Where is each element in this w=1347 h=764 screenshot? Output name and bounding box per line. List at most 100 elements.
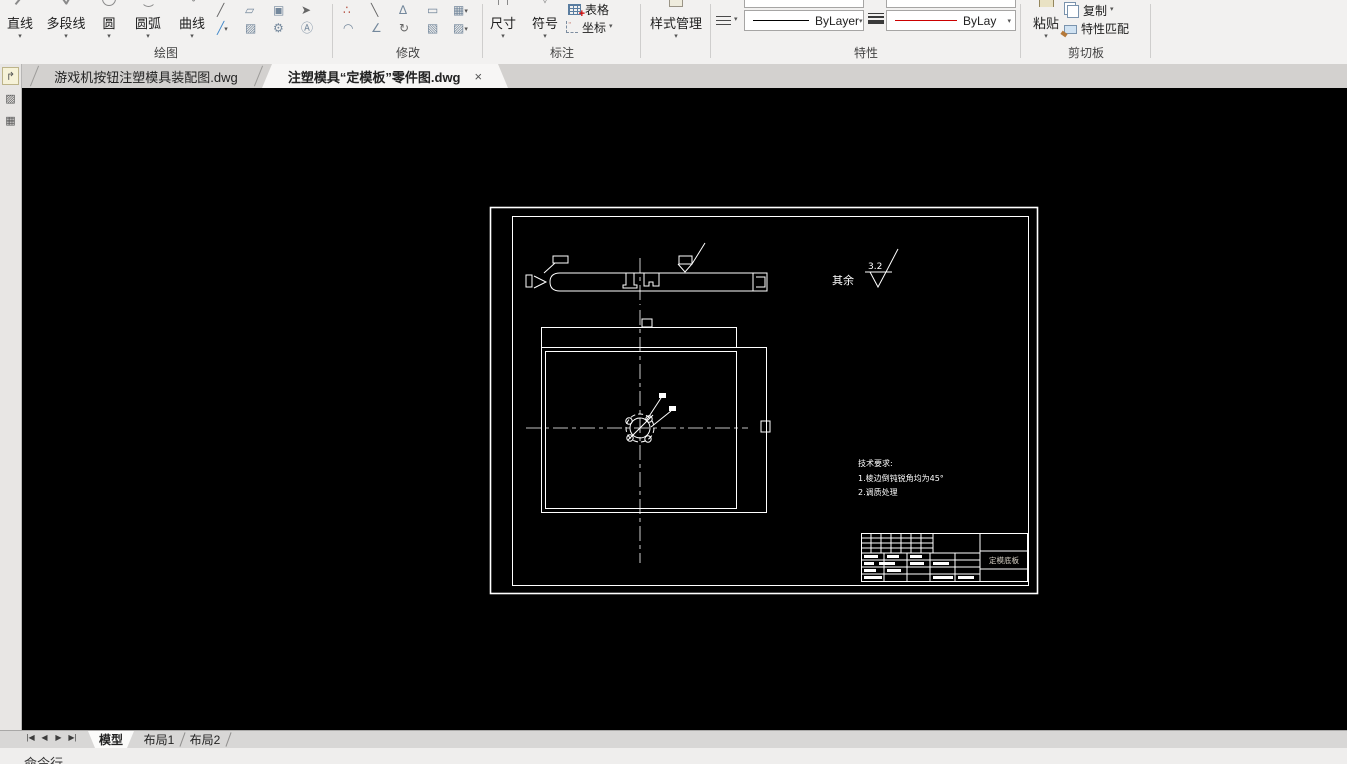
mirror-button[interactable]: ∆ (396, 2, 422, 19)
modify-group-label: 修改 (395, 46, 420, 60)
left-tool-strip: ↱ ▨ ▦ (0, 64, 22, 730)
chevron-down-icon: ▾ (674, 33, 678, 40)
multiline-icon: ╱ (217, 3, 225, 17)
lineweight-button[interactable] (868, 11, 884, 27)
dimension-button[interactable]: 尺寸 ▾ (484, 0, 522, 44)
layer-combo-cut[interactable] (886, 0, 1016, 8)
group-separator (1020, 4, 1021, 58)
move-3d-button[interactable]: ▧ (424, 20, 450, 37)
chevron-down-icon: ▾ (464, 7, 468, 15)
symbol-icon: ▽ (526, 0, 564, 7)
copy-button[interactable]: 复制 ▾ (1064, 2, 1114, 18)
chevron-down-icon: ▾ (1110, 6, 1114, 13)
array-button[interactable]: ▦ ▾ (450, 2, 476, 19)
block-button[interactable]: ▣ (270, 2, 296, 19)
table-button[interactable]: 表格 (568, 1, 609, 20)
linetype-select[interactable]: ByLayer ▾ (744, 10, 864, 31)
construction-line-icon: ╱ (217, 21, 225, 35)
chevron-down-icon: ▾ (64, 33, 68, 40)
text-region-button[interactable]: Ⓐ (298, 20, 324, 37)
hatch-icon: ▨ (245, 21, 257, 35)
paste-icon (1026, 0, 1066, 7)
linetype-value: ByLayer (815, 13, 860, 28)
arc-button[interactable]: 圆弧 ▾ (128, 0, 168, 44)
coordinate-button[interactable]: 坐标 ▾ (566, 18, 613, 35)
hatch-edit-button[interactable]: ▨ ▾ (450, 20, 476, 37)
point-edit-button[interactable]: ∴ (340, 2, 366, 19)
chevron-down-icon: ▾ (734, 16, 738, 23)
rotate-button[interactable]: ↻ (396, 20, 422, 37)
style-manager-button[interactable]: 样式管理 ▾ (644, 0, 708, 44)
chamfer-button[interactable]: ∠ (368, 20, 394, 37)
polyline-icon (40, 0, 92, 7)
hatch-button[interactable]: ▨ (242, 20, 268, 37)
first-sheet-icon[interactable]: |◀ (24, 733, 37, 742)
tab-layout2[interactable]: 布局2 (184, 731, 226, 748)
color-select[interactable]: ByLay ▾ (886, 10, 1016, 31)
color-sample-line (895, 20, 957, 21)
tech-notes-title: 技术要求: (858, 458, 893, 468)
erase-button[interactable]: ╲ (368, 2, 394, 19)
command-line[interactable]: 命令行 (0, 748, 1347, 764)
rectangle-icon: ▭ (427, 3, 439, 17)
match-properties-button[interactable]: 特性匹配 (1064, 20, 1129, 36)
technical-notes: 技术要求: 1.棱边倒钝锐角均为45° 2.调质处理 (858, 458, 944, 497)
table-grid-tool-button[interactable]: ▦ (2, 111, 19, 129)
chevron-down-icon: ▾ (543, 33, 547, 40)
fillet-button[interactable]: ◠ (340, 20, 366, 37)
line-button[interactable]: 直线 ▾ (2, 0, 38, 44)
properties-group-label: 特性 (853, 46, 878, 60)
plan-view (526, 310, 771, 563)
linetype-manager-button[interactable]: ▾ (716, 12, 738, 28)
chevron-down-icon: ▾ (501, 33, 505, 40)
surface-roughness-note: 其余 3.2 (832, 248, 899, 289)
document-tab-bar: 游戏机按钮注塑模具装配图.dwg 注塑模具“定模板”零件图.dwg × (22, 64, 1347, 88)
group-separator (332, 4, 333, 58)
next-sheet-icon[interactable]: ▶ (52, 733, 65, 742)
hatch-edit-icon: ▨ (453, 21, 465, 35)
paste-button[interactable]: 粘贴 ▾ (1026, 0, 1066, 44)
page-arrow-tool-button[interactable]: ↱ (2, 67, 19, 85)
gear-icon: ⚙ (273, 21, 284, 35)
symbol-button[interactable]: ▽ 符号 ▾ (526, 0, 564, 44)
chevron-down-icon: ▾ (464, 25, 468, 33)
layer-combo-cut[interactable] (744, 0, 864, 8)
chevron-down-icon: ▾ (224, 25, 228, 33)
lineweight-icon (868, 12, 884, 26)
block-icon: ▣ (273, 3, 285, 17)
tab-layout1[interactable]: 布局1 (138, 731, 180, 748)
spline-button[interactable]: ∿ 曲线 ▾ (172, 0, 212, 44)
chevron-down-icon: ▾ (1007, 17, 1011, 25)
line-icon (2, 0, 38, 7)
circle-button[interactable]: 圆 ▾ (94, 0, 124, 44)
group-separator (482, 4, 483, 58)
image-frame-tool-button[interactable]: ▨ (2, 89, 19, 107)
title-block-part-name: 定模底板 (989, 555, 1019, 565)
multiline-button[interactable]: ╱ (214, 2, 240, 19)
document-tab-assembly[interactable]: 游戏机按钮注塑模具装配图.dwg (38, 64, 254, 88)
construction-line-button[interactable]: ╱ ▾ (214, 20, 240, 37)
polyline-button[interactable]: 多段线 ▾ (40, 0, 92, 44)
pointer-button[interactable]: ➤ (298, 2, 324, 19)
tab-separator (225, 732, 232, 747)
document-tab-part-active[interactable]: 注塑模具“定模板”零件图.dwg × (262, 64, 508, 88)
document-tab-label: 游戏机按钮注塑模具装配图.dwg (54, 69, 238, 85)
region-button[interactable]: ▱ (242, 2, 268, 19)
arc-icon (128, 0, 168, 7)
draw-group-label: 绘图 (153, 46, 178, 60)
tab-model[interactable]: 模型 (88, 731, 134, 748)
chevron-down-icon: ▾ (609, 23, 613, 30)
section-view (525, 242, 768, 305)
drawing-canvas[interactable]: 其余 3.2 技术要求: 1.棱边倒钝锐角均为45° 2.调质处理 定模底板 (22, 88, 1347, 730)
last-sheet-icon[interactable]: ▶| (66, 733, 79, 742)
rectangle-button[interactable]: ▭ (424, 2, 450, 19)
clipboard-group-label: 剪切板 (1067, 46, 1104, 60)
gear-button[interactable]: ⚙ (270, 20, 296, 37)
tech-note-1: 1.棱边倒钝锐角均为45° (858, 473, 944, 483)
tab-separator (253, 65, 264, 87)
dimension-icon (484, 0, 522, 7)
close-icon[interactable]: × (475, 69, 483, 84)
copy-icon (1067, 5, 1079, 18)
prev-sheet-icon[interactable]: ◀ (38, 733, 51, 742)
ribbon-toolbar: 直线 ▾ 多段线 ▾ 圆 ▾ 圆弧 ▾ ∿ 曲线 ▾ ╱ ▱ ▣ ➤ ╱▾ ▨ … (0, 0, 1347, 65)
